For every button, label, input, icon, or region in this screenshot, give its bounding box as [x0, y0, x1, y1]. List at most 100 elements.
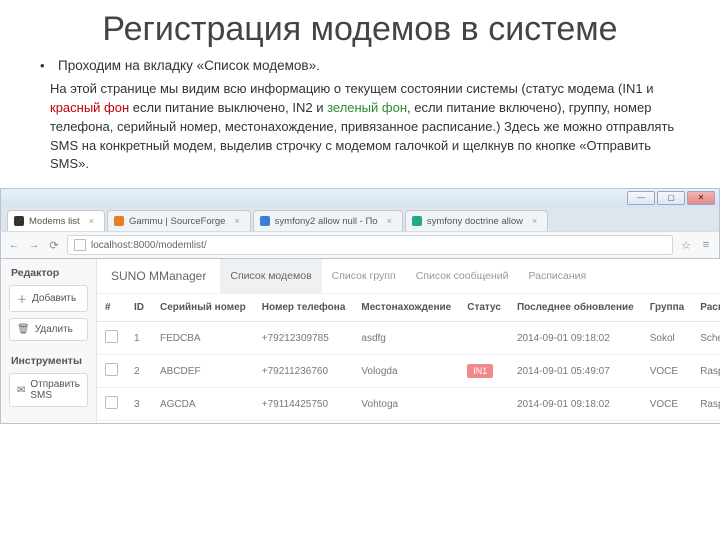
trash-icon: 🗑 [17, 324, 30, 335]
cell-schedule: Raspisanie [692, 355, 720, 388]
browser-tab-label: Gammu | SourceForge [129, 216, 225, 227]
cell-updated: 2014-09-01 05:49:07 [509, 355, 642, 388]
plus-icon: ＋ [17, 291, 27, 306]
cell-phone: +79212309785 [254, 322, 354, 355]
table-row[interactable]: 1 FEDCBA +79212309785 asdfg 2014-09-01 0… [97, 322, 720, 355]
window-min-button[interactable]: — [627, 191, 655, 205]
bullet-item: • Проходим на вкладку «Список модемов». [40, 57, 680, 76]
app-topbar: SUNO MManager Список модемов Список груп… [97, 259, 720, 294]
browser-tab[interactable]: symfony2 allow null - По × [253, 210, 403, 231]
tab-messages-list[interactable]: Список сообщений [406, 259, 519, 293]
cell-serial: ABCDEF [152, 355, 254, 388]
col-location: Местонахождение [353, 294, 459, 322]
bullet-dot: • [40, 57, 58, 73]
cell-serial: FEDCBA [152, 322, 254, 355]
mail-icon: ✉ [17, 385, 25, 396]
favicon-icon [260, 216, 270, 226]
row-checkbox[interactable] [105, 363, 118, 376]
browser-tab[interactable]: Gammu | SourceForge × [107, 210, 251, 231]
nav-forward-icon[interactable]: → [27, 238, 41, 252]
browser-tab[interactable]: symfony doctrine allow × [405, 210, 548, 231]
app-frame: Редактор ＋ Добавить 🗑 Удалить Инструмент… [0, 259, 720, 424]
url-text: localhost:8000/modemlist/ [91, 240, 207, 251]
tab-modems-list[interactable]: Список модемов [220, 259, 321, 293]
favicon-icon [114, 216, 124, 226]
sidebar-section-editor: Редактор [1, 259, 96, 285]
favicon-icon [412, 216, 422, 226]
browser-toolbar: ← → ⟳ localhost:8000/modemlist/ ☆ ≡ [0, 231, 720, 259]
url-input[interactable]: localhost:8000/modemlist/ [67, 235, 673, 255]
browser-tab-label: symfony2 allow null - По [275, 216, 378, 227]
cell-id: 2 [126, 355, 152, 388]
col-phone: Номер телефона [254, 294, 354, 322]
cell-location: asdfg [353, 322, 459, 355]
close-icon[interactable]: × [89, 216, 94, 226]
close-icon[interactable]: × [387, 216, 392, 226]
sidebar: Редактор ＋ Добавить 🗑 Удалить Инструмент… [1, 259, 97, 423]
window-max-button[interactable]: ▢ [657, 191, 685, 205]
col-serial: Серийный номер [152, 294, 254, 322]
cell-group: VOCE [642, 355, 692, 388]
cell-status [459, 322, 509, 355]
bookmark-icon[interactable]: ☆ [679, 238, 693, 252]
para-green: зеленый фон [327, 100, 407, 115]
screenshot-region: — ▢ ✕ Modems list × Gammu | SourceForge … [0, 188, 720, 424]
main-panel: SUNO MManager Список модемов Список груп… [97, 259, 720, 423]
cell-updated: 2014-09-01 09:18:02 [509, 322, 642, 355]
send-sms-label: Отправить SMS [30, 379, 80, 401]
cell-phone: +79114425750 [254, 388, 354, 421]
cell-group: Sokol [642, 322, 692, 355]
close-icon[interactable]: × [234, 216, 239, 226]
cell-status: IN1 [459, 355, 509, 388]
col-schedule: Расписание [692, 294, 720, 322]
table-header-row: # ID Серийный номер Номер телефона Место… [97, 294, 720, 322]
add-button[interactable]: ＋ Добавить [9, 285, 88, 312]
delete-button-label: Удалить [35, 324, 73, 335]
cell-schedule: Raspisanie [692, 388, 720, 421]
browser-tabstrip: Modems list × Gammu | SourceForge × symf… [0, 207, 720, 231]
cell-location: Vohtoga [353, 388, 459, 421]
window-close-button[interactable]: ✕ [687, 191, 715, 205]
status-badge: IN1 [467, 364, 493, 378]
sidebar-section-tools: Инструменты [1, 347, 96, 373]
col-updated: Последнее обновление [509, 294, 642, 322]
cell-location: Vologda [353, 355, 459, 388]
window-titlebar: — ▢ ✕ [0, 188, 720, 207]
para-seg-1: На этой странице мы видим всю информацию… [50, 81, 653, 96]
add-button-label: Добавить [32, 293, 76, 304]
favicon-icon [14, 216, 24, 226]
table-row[interactable]: 2 ABCDEF +79211236760 Vologda IN1 2014-0… [97, 355, 720, 388]
cell-status [459, 388, 509, 421]
tab-groups-list[interactable]: Список групп [322, 259, 406, 293]
cell-phone: +79211236760 [254, 355, 354, 388]
send-sms-button[interactable]: ✉ Отправить SMS [9, 373, 88, 407]
cell-id: 1 [126, 322, 152, 355]
cell-schedule: Schedule [692, 322, 720, 355]
nav-back-icon[interactable]: ← [7, 238, 21, 252]
table-row[interactable]: 3 AGCDA +79114425750 Vohtoga 2014-09-01 … [97, 388, 720, 421]
browser-tab[interactable]: Modems list × [7, 210, 105, 231]
delete-button[interactable]: 🗑 Удалить [9, 318, 88, 341]
nav-reload-icon[interactable]: ⟳ [47, 238, 61, 252]
cell-updated: 2014-09-01 09:18:02 [509, 388, 642, 421]
row-checkbox[interactable] [105, 330, 118, 343]
cell-group: VOCE [642, 388, 692, 421]
app-brand: SUNO MManager [97, 269, 220, 283]
para-red: красный фон [50, 100, 129, 115]
cell-serial: AGCDA [152, 388, 254, 421]
page-title: Регистрация модемов в системе [40, 10, 680, 49]
cell-id: 3 [126, 388, 152, 421]
modems-table: # ID Серийный номер Номер телефона Место… [97, 294, 720, 421]
col-group: Группа [642, 294, 692, 322]
tab-schedules[interactable]: Расписания [519, 259, 597, 293]
browser-tab-label: symfony doctrine allow [427, 216, 523, 227]
description-paragraph: На этой странице мы видим всю информацию… [50, 80, 680, 174]
col-id: ID [126, 294, 152, 322]
row-checkbox[interactable] [105, 396, 118, 409]
close-icon[interactable]: × [532, 216, 537, 226]
page-icon [74, 239, 86, 251]
menu-icon[interactable]: ≡ [699, 238, 713, 252]
col-check: # [97, 294, 126, 322]
para-seg-2: если питание выключено, IN2 и [129, 100, 327, 115]
col-status: Статус [459, 294, 509, 322]
